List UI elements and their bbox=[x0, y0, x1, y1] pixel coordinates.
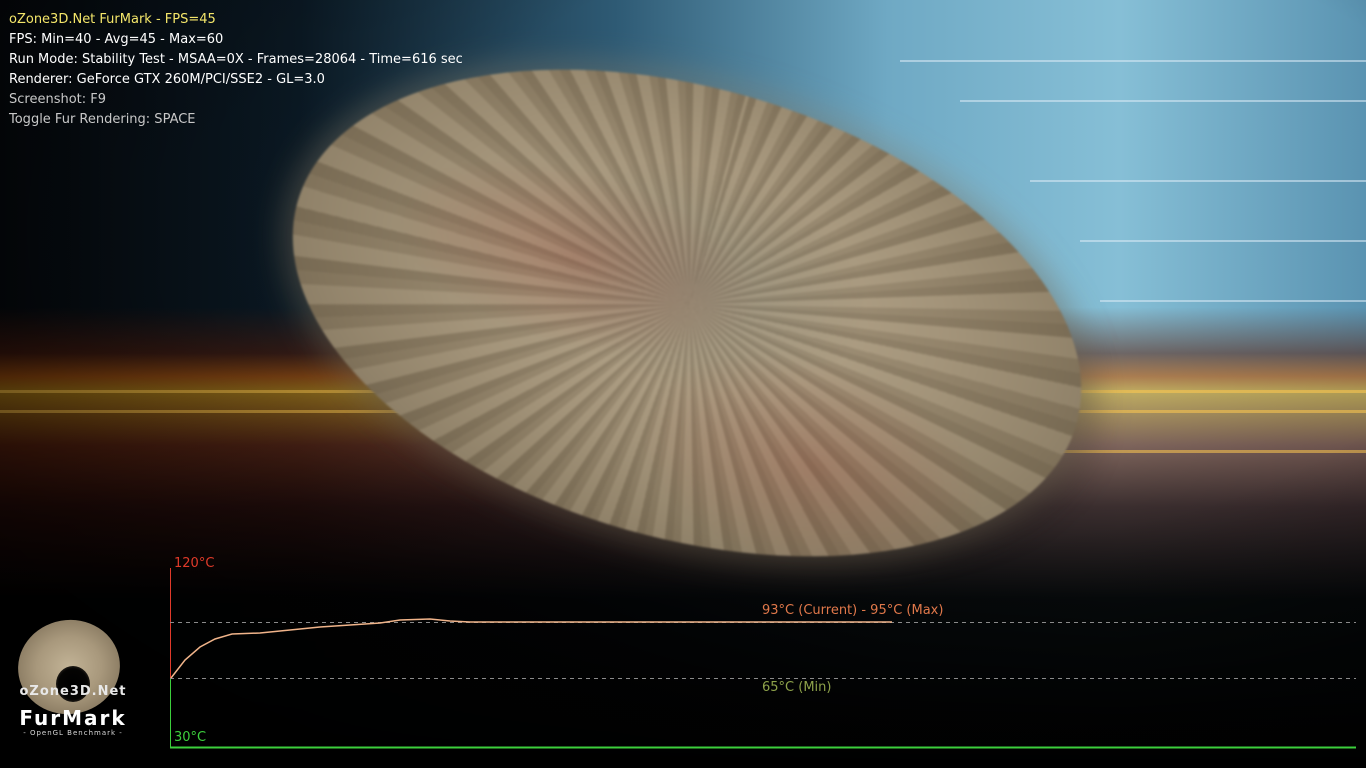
temperature-curve bbox=[170, 618, 892, 679]
logo-site-text: oZone3D.Net bbox=[19, 684, 127, 699]
logo-tagline-text: - OpenGL Benchmark - bbox=[23, 729, 123, 737]
graph-max-axis-label: 120°C bbox=[174, 556, 214, 571]
furmark-logo: oZone3D.Net FurMark - OpenGL Benchmark - bbox=[8, 611, 138, 748]
graph-min-axis-label: 30°C bbox=[174, 730, 206, 745]
temperature-graph: 120°C 30°C 93°C (Current) - 95°C (Max) 6… bbox=[170, 556, 1356, 749]
logo-name-text: FurMark bbox=[19, 706, 127, 730]
graph-current-temp-label: 93°C (Current) - 95°C (Max) bbox=[762, 603, 943, 618]
graph-min-temp-label: 65°C (Min) bbox=[762, 680, 831, 695]
